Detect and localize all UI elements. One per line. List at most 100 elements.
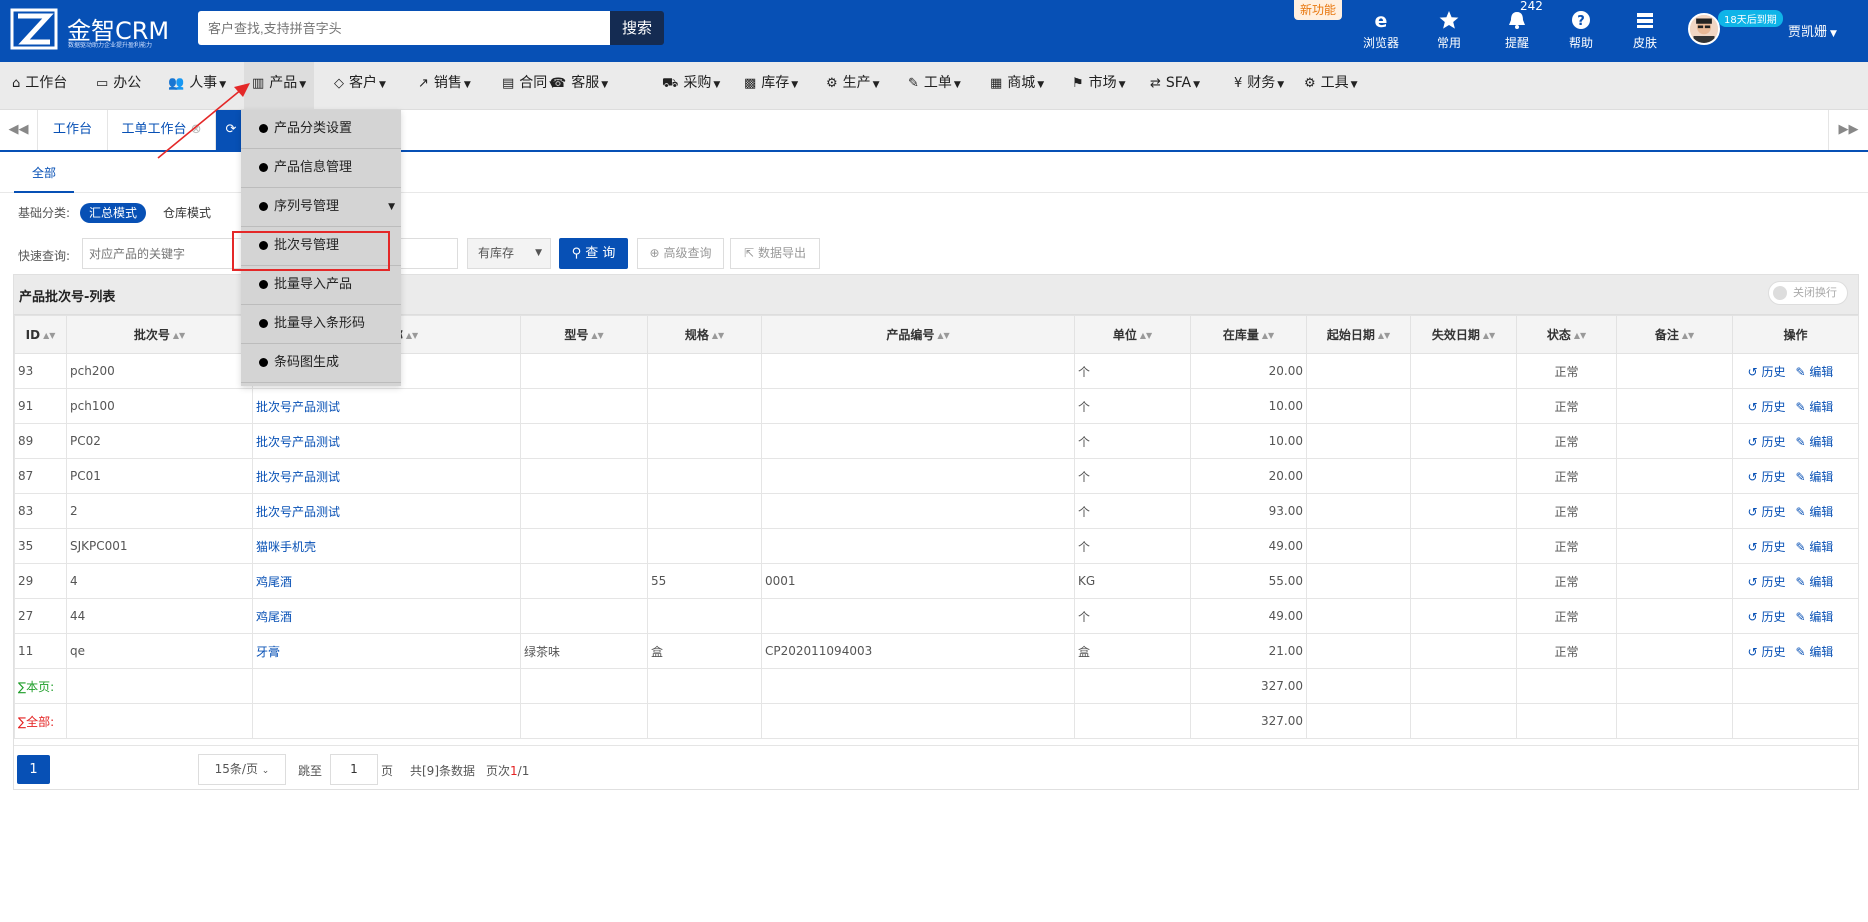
favorites-button[interactable]: 常用 — [1424, 8, 1474, 54]
column-header[interactable]: 在库量 ▲▼ — [1190, 315, 1307, 354]
sort-icon[interactable]: ▲▼ — [43, 331, 55, 340]
menu-item-10[interactable]: ⚙ 生产 ▼ — [818, 62, 888, 110]
sort-icon[interactable]: ▲▼ — [591, 331, 603, 340]
edit-link[interactable]: ✎ 编辑 — [1796, 470, 1834, 484]
column-header[interactable]: 型号 ▲▼ — [520, 315, 648, 354]
cell-qty: 10.00 — [1190, 423, 1307, 459]
cell-product[interactable]: 批次号产品测试 — [252, 388, 521, 424]
subtab-all[interactable]: 全部 — [14, 155, 74, 193]
history-link[interactable]: ↺ 历史 — [1748, 645, 1786, 659]
sort-icon[interactable]: ▲▼ — [712, 331, 724, 340]
edit-link[interactable]: ✎ 编辑 — [1796, 435, 1834, 449]
history-link[interactable]: ↺ 历史 — [1748, 575, 1786, 589]
sort-icon[interactable]: ▲▼ — [173, 331, 185, 340]
cell-product[interactable]: 批次号产品测试 — [252, 493, 521, 529]
edit-link[interactable]: ✎ 编辑 — [1796, 575, 1834, 589]
menu-item-4[interactable]: ◇ 客户 ▼ — [326, 62, 394, 110]
column-header[interactable]: 备注 ▲▼ — [1616, 315, 1733, 354]
column-header[interactable]: 单位 ▲▼ — [1074, 315, 1191, 354]
help-button[interactable]: ? 帮助 — [1556, 8, 1606, 54]
column-header[interactable]: 起始日期 ▲▼ — [1306, 315, 1411, 354]
sort-icon[interactable]: ▲▼ — [406, 331, 418, 340]
history-icon: ↺ — [1747, 609, 1762, 624]
mode-warehouse-button[interactable]: 仓库模式 — [163, 204, 211, 221]
export-button[interactable]: ⇱ 数据导出 — [730, 238, 820, 269]
menu-item-14[interactable]: ⇄ SFA ▼ — [1142, 62, 1208, 110]
history-link[interactable]: ↺ 历史 — [1748, 435, 1786, 449]
sort-icon[interactable]: ▲▼ — [1140, 331, 1152, 340]
edit-link[interactable]: ✎ 编辑 — [1796, 540, 1834, 554]
brand-logo[interactable]: 金智CRM 数据驱动助力企业提升盈利能力 — [10, 8, 180, 50]
browser-button[interactable]: e 浏览器 — [1356, 8, 1406, 54]
global-search-input[interactable] — [198, 11, 610, 45]
cell-product[interactable]: 鸡尾酒 — [252, 563, 521, 599]
history-link[interactable]: ↺ 历史 — [1748, 540, 1786, 554]
stock-select[interactable]: 有库存 ▼ — [467, 238, 551, 269]
cell-product[interactable]: 牙膏 — [252, 633, 521, 669]
page-button[interactable]: 1 — [17, 755, 50, 784]
edit-label: 编辑 — [1809, 504, 1834, 519]
menu-item-7[interactable]: ☎ 客服 ▼ — [542, 62, 616, 110]
quick-query-label: 快速查询: — [18, 249, 71, 263]
dropdown-item-1[interactable]: 产品信息管理 — [241, 149, 401, 188]
edit-link[interactable]: ✎ 编辑 — [1796, 610, 1834, 624]
skin-button[interactable]: 皮肤 — [1620, 8, 1670, 54]
edit-link[interactable]: ✎ 编辑 — [1796, 645, 1834, 659]
history-link[interactable]: ↺ 历史 — [1748, 365, 1786, 379]
global-search-button[interactable]: 搜索 — [610, 11, 664, 45]
history-link[interactable]: ↺ 历史 — [1748, 470, 1786, 484]
menu-item-12[interactable]: ▦ 商城 ▼ — [982, 62, 1052, 110]
menu-item-15[interactable]: ¥ 财务 ▼ — [1226, 62, 1292, 110]
history-link[interactable]: ↺ 历史 — [1748, 400, 1786, 414]
menu-item-5[interactable]: ↗ 销售 ▼ — [410, 62, 479, 110]
history-link[interactable]: ↺ 历史 — [1748, 505, 1786, 519]
column-header[interactable]: 规格 ▲▼ — [647, 315, 762, 354]
page-size-select[interactable]: 15条/页 ⌄ — [198, 754, 286, 785]
cell-product[interactable]: 猫咪手机壳 — [252, 528, 521, 564]
edit-link[interactable]: ✎ 编辑 — [1796, 505, 1834, 519]
sort-icon[interactable]: ▲▼ — [937, 331, 949, 340]
username-menu[interactable]: 贾凯姗 ▼ — [1788, 21, 1837, 40]
sort-icon[interactable]: ▲▼ — [1682, 331, 1694, 340]
dropdown-item-5[interactable]: 批量导入条形码 — [241, 305, 401, 344]
tab-workbench[interactable]: 工作台 — [38, 110, 108, 150]
menu-item-13[interactable]: ⚑ 市场 ▼ — [1064, 62, 1134, 110]
menu-item-16[interactable]: ⚙ 工具 ▼ — [1296, 62, 1366, 110]
dropdown-item-2[interactable]: 序列号管理 ▼ — [241, 188, 401, 227]
menu-item-1[interactable]: ▭ 办公 — [88, 62, 149, 110]
cell-product[interactable]: 批次号产品测试 — [252, 458, 521, 494]
column-header[interactable]: 失效日期 ▲▼ — [1410, 315, 1517, 354]
dropdown-item-0[interactable]: 产品分类设置 — [241, 110, 401, 149]
menu-item-11[interactable]: ✎ 工单 ▼ — [900, 62, 969, 110]
column-header[interactable]: 状态 ▲▼ — [1516, 315, 1617, 354]
cell-product[interactable]: 鸡尾酒 — [252, 598, 521, 634]
reminder-button[interactable]: 提醒 — [1492, 8, 1542, 54]
jump-page-input[interactable]: 1 — [330, 754, 378, 785]
sort-icon[interactable]: ▲▼ — [1262, 331, 1274, 340]
sort-icon[interactable]: ▲▼ — [1378, 331, 1390, 340]
advanced-query-button[interactable]: ⊕ 高级查询 — [637, 238, 724, 269]
sort-icon[interactable]: ▲▼ — [1483, 331, 1495, 340]
column-header[interactable]: ID ▲▼ — [14, 315, 67, 354]
dropdown-item-6[interactable]: 条码图生成 — [241, 344, 401, 383]
column-header[interactable]: 产品编号 ▲▼ — [761, 315, 1075, 354]
history-link[interactable]: ↺ 历史 — [1748, 610, 1786, 624]
wrap-toggle[interactable]: 关闭换行 — [1768, 281, 1848, 305]
query-button[interactable]: ⚲ 查 询 — [559, 238, 628, 269]
new-feature-badge[interactable]: 新功能 — [1294, 0, 1342, 20]
tab-scroll-right-button[interactable]: ▶▶ — [1828, 110, 1868, 150]
avatar[interactable] — [1688, 13, 1720, 45]
edit-link[interactable]: ✎ 编辑 — [1796, 400, 1834, 414]
cell-batch: pch200 — [66, 353, 253, 389]
menu-item-9[interactable]: ▩ 库存 ▼ — [736, 62, 806, 110]
cell-product[interactable]: 批次号产品测试 — [252, 423, 521, 459]
tab-scroll-left-button[interactable]: ◀◀ — [0, 110, 38, 150]
column-header[interactable]: 批次号 ▲▼ — [66, 315, 253, 354]
mode-summary-button[interactable]: 汇总模式 — [80, 203, 147, 223]
category-label: 基础分类: — [18, 206, 71, 220]
menu-item-8[interactable]: ⛟ 采购 ▼ — [654, 62, 728, 110]
sort-icon[interactable]: ▲▼ — [1574, 331, 1586, 340]
dropdown-item-4[interactable]: 批量导入产品 — [241, 266, 401, 305]
edit-link[interactable]: ✎ 编辑 — [1796, 365, 1834, 379]
menu-item-0[interactable]: ⌂ 工作台 — [4, 62, 75, 110]
